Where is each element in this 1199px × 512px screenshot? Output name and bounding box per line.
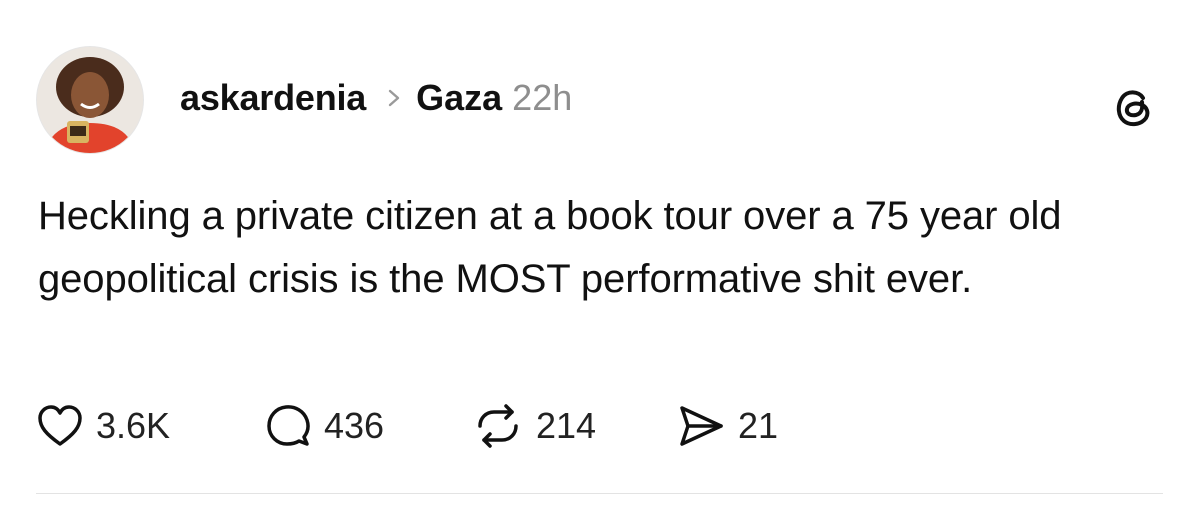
- comment-bubble-icon: [264, 402, 312, 450]
- post-divider: [36, 493, 1163, 494]
- post-body-text: Heckling a private citizen at a book tou…: [38, 194, 1062, 301]
- threads-post: askardenia Gaza 22h Heckling a private c…: [0, 0, 1199, 512]
- threads-logo-icon[interactable]: [1110, 83, 1158, 131]
- share-count: 21: [738, 405, 779, 446]
- topic-tag[interactable]: Gaza: [416, 77, 502, 119]
- chevron-right-icon: [386, 87, 402, 109]
- like-button[interactable]: 3.6K: [36, 398, 170, 454]
- reply-button[interactable]: 436: [264, 398, 384, 454]
- reply-count: 436: [324, 405, 385, 446]
- post-header: askardenia Gaza 22h: [180, 72, 572, 124]
- repost-count: 214: [536, 405, 597, 446]
- author-username[interactable]: askardenia: [180, 77, 366, 119]
- like-count: 3.6K: [96, 405, 171, 446]
- post-timestamp: 22h: [512, 77, 573, 118]
- post-actions-bar: 3.6K 436 214 21: [36, 398, 936, 454]
- send-icon: [676, 403, 726, 449]
- heart-icon: [36, 403, 84, 449]
- avatar-photo: [37, 47, 143, 153]
- share-button[interactable]: 21: [676, 398, 778, 454]
- repost-icon: [472, 402, 524, 450]
- repost-button[interactable]: 214: [472, 398, 596, 454]
- author-avatar[interactable]: [36, 46, 144, 154]
